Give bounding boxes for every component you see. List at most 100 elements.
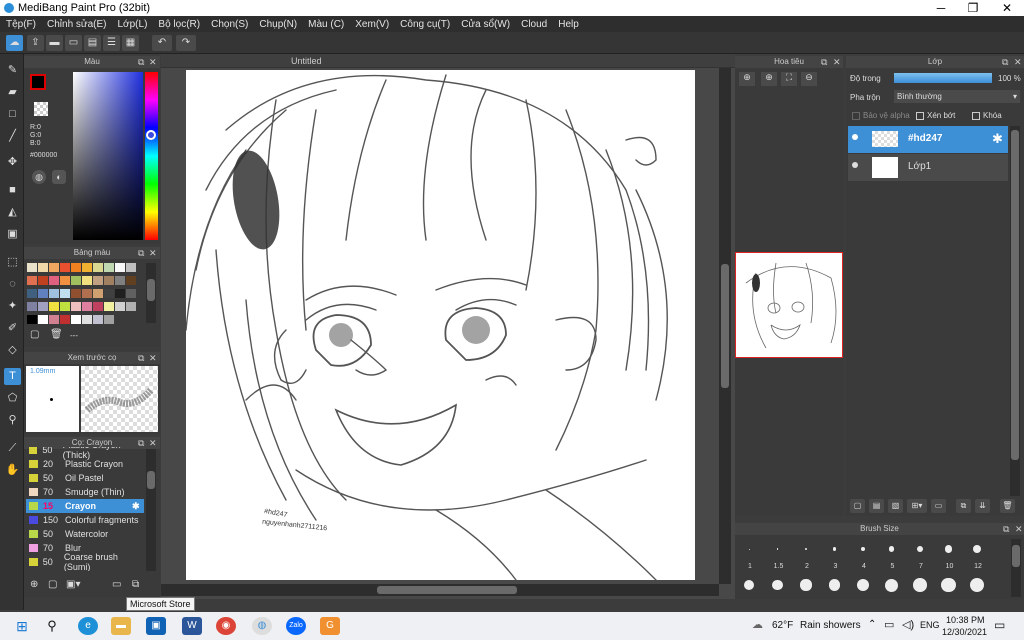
panel-close-icon[interactable]: ✕ (1015, 523, 1023, 535)
color-set-icon[interactable]: ◐ (52, 170, 66, 184)
brush-size-dot[interactable] (800, 579, 812, 591)
layer-row[interactable]: Lớp1 (848, 154, 1008, 181)
gear-icon[interactable]: ✱ (132, 501, 140, 512)
menu-filter[interactable]: Bộ lọc(R) (158, 19, 200, 30)
palette-swatch[interactable] (71, 263, 81, 272)
gradient-tool-icon[interactable]: ▣ (4, 226, 21, 243)
palette-swatch[interactable] (115, 289, 125, 298)
maximize-button[interactable]: ❐ (958, 0, 988, 16)
drawing-canvas[interactable]: #hd247 nguyenhanh2711216 (186, 70, 695, 580)
magic-wand-icon[interactable]: ✦ (4, 298, 21, 315)
edge-icon[interactable]: e (78, 617, 98, 635)
panel-close-icon[interactable]: ✕ (149, 56, 157, 68)
palette-swatch[interactable] (126, 289, 136, 298)
text-tool-icon[interactable]: T (4, 368, 21, 385)
brush-size-scrollbar[interactable] (1011, 539, 1021, 597)
canvas-vscroll[interactable] (719, 68, 731, 584)
search-icon[interactable]: ⚲ (42, 617, 62, 635)
zoom-out-icon[interactable]: ⊖ (801, 72, 817, 86)
menu-color[interactable]: Màu (C) (308, 19, 344, 30)
brush-size-dot[interactable] (941, 577, 956, 593)
new-brush-icon[interactable]: ▢ (48, 579, 57, 590)
palette-swatch[interactable] (93, 289, 103, 298)
palette-swatch[interactable] (60, 263, 70, 272)
palette-swatch[interactable] (82, 276, 92, 285)
panel-close-icon[interactable]: ✕ (1014, 56, 1022, 68)
fit-icon[interactable]: ⛶ (781, 72, 797, 86)
word-icon[interactable]: W (182, 617, 202, 635)
operation-tool-icon[interactable]: ⬠ (4, 390, 21, 407)
saturation-value-picker[interactable] (73, 72, 143, 240)
palette-swatch[interactable] (104, 302, 114, 311)
brush-size-dot[interactable] (972, 544, 982, 554)
zoom-in-alt-icon[interactable]: ⊕ (761, 72, 777, 86)
brush-size-dot[interactable] (856, 578, 870, 592)
brush-item[interactable]: 70 Smudge (Thin) (26, 485, 144, 499)
palette-swatch[interactable] (115, 302, 125, 311)
clip-checkbox[interactable] (916, 112, 924, 120)
palette-swatch[interactable] (104, 263, 114, 272)
brush-size-dot[interactable] (969, 577, 985, 593)
menu-tools[interactable]: Công cụ(T) (400, 19, 450, 30)
palette-swatch[interactable] (115, 263, 125, 272)
brush-size-dot[interactable] (748, 548, 750, 550)
palette-swatch[interactable] (49, 315, 59, 324)
palette-swatch[interactable] (60, 315, 70, 324)
chrome-icon[interactable]: ◉ (216, 617, 236, 635)
menu-layer[interactable]: Lớp(L) (118, 19, 148, 30)
select-eraser-icon[interactable]: ◇ (4, 342, 21, 359)
brush-size-dot[interactable] (885, 578, 898, 592)
brush-size-dot[interactable] (772, 579, 783, 591)
palette-swatch[interactable] (71, 302, 81, 311)
palette-swatch[interactable] (38, 263, 48, 272)
file-explorer-icon[interactable]: ▬ (111, 617, 131, 635)
lock-checkbox[interactable] (972, 112, 980, 120)
delete-layer-icon[interactable]: 🗑 (1000, 499, 1015, 513)
panel-close-icon[interactable]: ✕ (149, 352, 157, 364)
hue-handle[interactable] (146, 130, 156, 140)
eraser-tool-icon[interactable]: ▰ (4, 84, 21, 101)
gear-icon[interactable]: ✱ (992, 131, 1003, 147)
panel-close-icon[interactable]: ✕ (833, 56, 841, 68)
palette-more[interactable]: --- (70, 331, 78, 340)
brush-size-dot[interactable] (916, 545, 924, 553)
duplicate-icon[interactable]: ⧉ (132, 579, 139, 590)
app-icon-orange[interactable]: G (320, 617, 340, 635)
brush-item[interactable]: 50 Coarse brush (Sumi) (26, 552, 144, 571)
secondary-color-swatch[interactable] (34, 102, 48, 116)
medibang-icon[interactable]: ◍ (252, 617, 272, 635)
palette-swatch[interactable] (27, 263, 37, 272)
palette-swatch[interactable] (27, 276, 37, 285)
palette-swatch[interactable] (49, 302, 59, 311)
brush-tool-icon[interactable]: ✎ (4, 62, 21, 79)
undock-icon[interactable]: ⧉ (821, 56, 827, 68)
palette-swatch[interactable] (82, 289, 92, 298)
undock-icon[interactable]: ⧉ (1003, 523, 1009, 535)
palette-swatch[interactable] (104, 289, 114, 298)
brush-size-dot[interactable] (776, 548, 779, 550)
brush-list-scrollbar[interactable] (146, 449, 156, 571)
palette-swatch[interactable] (93, 302, 103, 311)
move-tool-icon[interactable]: ✥ (4, 154, 21, 171)
primary-color-swatch[interactable] (30, 74, 46, 90)
undock-icon[interactable]: ⧉ (1002, 56, 1008, 68)
brush-item[interactable]: 50 Oil Pastel (26, 471, 144, 485)
list-icon[interactable]: ☰ (103, 35, 120, 51)
blend-mode-select[interactable]: Bình thường ▾ (894, 90, 1020, 103)
line-tool-icon[interactable]: ╱ (4, 128, 21, 145)
brush-size-dot[interactable] (944, 545, 953, 553)
clock-date[interactable]: 12/30/2021 (942, 627, 987, 637)
palette-swatch[interactable] (60, 289, 70, 298)
palette-swatch[interactable] (38, 276, 48, 285)
brush-item[interactable]: 50 Watercolor (26, 527, 144, 541)
new-layer-icon[interactable]: ▢ (850, 499, 865, 513)
menu-snap[interactable]: Chụp(N) (259, 19, 297, 30)
weather-temp[interactable]: 62°F (772, 620, 793, 631)
new-folder-icon[interactable]: ▭ (931, 499, 946, 513)
menu-view[interactable]: Xem(V) (355, 19, 389, 30)
palette-swatch[interactable] (93, 263, 103, 272)
palette-swatch[interactable] (38, 289, 48, 298)
brush-size-dot[interactable] (888, 546, 895, 552)
visibility-icon[interactable] (852, 134, 858, 140)
navigator-thumbnail[interactable] (735, 252, 843, 358)
